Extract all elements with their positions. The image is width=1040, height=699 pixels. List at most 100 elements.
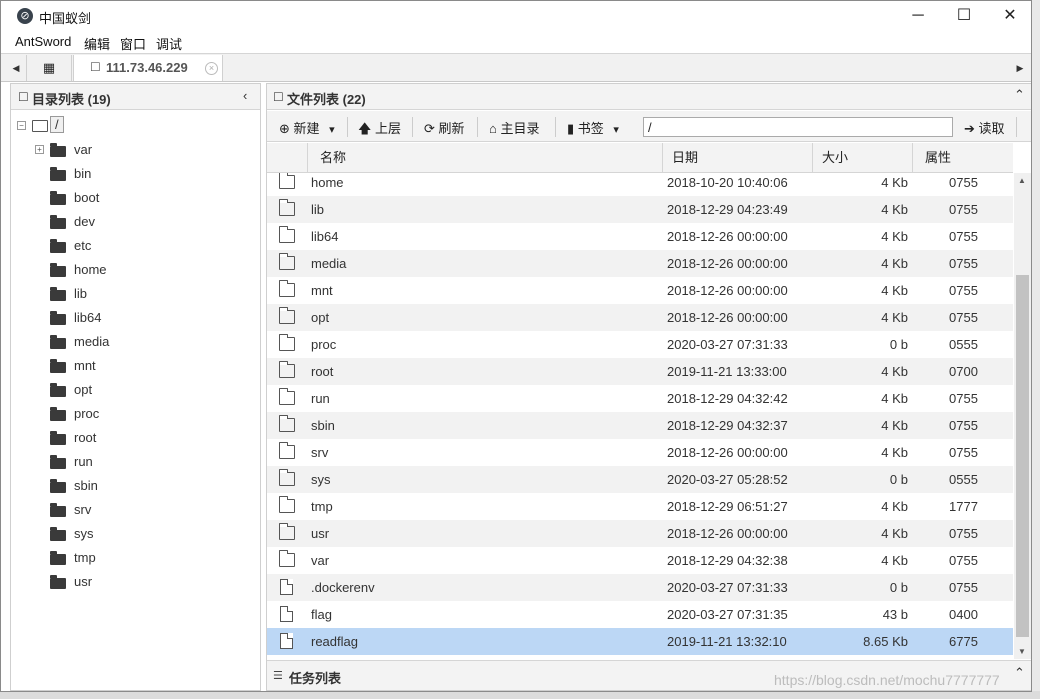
tree-node-sys[interactable]: sys <box>11 523 260 545</box>
folder-icon <box>279 550 295 567</box>
folder-icon <box>50 383 66 397</box>
column-header-size[interactable]: 大小 <box>812 143 912 172</box>
file-attr: 0755 <box>949 580 978 595</box>
scroll-down-icon[interactable]: ▼ <box>1018 647 1026 656</box>
maximize-button[interactable]: ☐ <box>941 1 987 31</box>
file-row-lib[interactable]: lib 2018-12-29 04:23:49 4 Kb 0755 <box>267 196 1013 223</box>
expand-up-icon[interactable]: ⌃ <box>1014 665 1025 681</box>
tree-node-var[interactable]: + var <box>11 139 260 161</box>
folder-icon <box>50 431 66 445</box>
tree-node-etc[interactable]: etc <box>11 235 260 257</box>
file-row-root[interactable]: root 2019-11-21 13:33:00 4 Kb 0700 <box>267 358 1013 385</box>
column-header-date[interactable]: 日期 <box>662 143 812 172</box>
up-button[interactable]: 🡅 上层 <box>358 118 401 142</box>
tree-node-label: usr <box>74 574 93 589</box>
file-date: 2018-12-26 00:00:00 <box>667 256 788 271</box>
file-row-opt[interactable]: opt 2018-12-26 00:00:00 4 Kb 0755 <box>267 304 1013 331</box>
list-icon: ☰ <box>273 670 283 682</box>
folder-open-icon <box>32 120 48 132</box>
tree-node-label: tmp <box>74 550 96 565</box>
file-name: root <box>311 364 334 379</box>
scroll-up-icon[interactable]: ▲ <box>1018 176 1026 185</box>
collapse-up-icon[interactable]: ⌃ <box>1014 87 1025 103</box>
tree-node-srv[interactable]: srv <box>11 499 260 521</box>
file-row-sys[interactable]: sys 2020-03-27 05:28:52 0 b 0555 <box>267 466 1013 493</box>
tab-close-icon[interactable]: × <box>205 62 218 75</box>
refresh-button[interactable]: ⟳ 刷新 <box>424 118 465 137</box>
chevron-down-icon: ▾ <box>329 124 335 136</box>
read-button[interactable]: ➔ 读取 <box>964 118 1005 137</box>
file-row-run[interactable]: run 2018-12-29 04:32:42 4 Kb 0755 <box>267 385 1013 412</box>
menu-bar: AntSword 编辑 窗口 调试 <box>1 31 1031 53</box>
file-row-sbin[interactable]: sbin 2018-12-29 04:32:37 4 Kb 0755 <box>267 412 1013 439</box>
minimize-button[interactable]: ─ <box>895 1 941 31</box>
directory-panel-header: ☐ 目录列表 (19) ‹ <box>11 84 260 110</box>
close-button[interactable]: ✕ <box>987 1 1031 31</box>
tree-node-sbin[interactable]: sbin <box>11 475 260 497</box>
menu-window[interactable]: 窗口 <box>120 34 146 53</box>
file-table-scrollbar[interactable]: ▲ ▼ <box>1014 173 1031 659</box>
refresh-button-label: 刷新 <box>438 121 465 136</box>
tree-node-tmp[interactable]: tmp <box>11 547 260 569</box>
tree-node-media[interactable]: media <box>11 331 260 353</box>
menu-edit[interactable]: 编辑 <box>84 34 110 53</box>
scrollbar-thumb[interactable] <box>1016 275 1029 637</box>
tree-node-dev[interactable]: dev <box>11 211 260 233</box>
file-name: var <box>311 553 330 568</box>
file-row-lib64[interactable]: lib64 2018-12-26 00:00:00 4 Kb 0755 <box>267 223 1013 250</box>
file-date: 2018-12-29 04:32:37 <box>667 418 788 433</box>
tree-node-root[interactable]: − / <box>11 115 260 137</box>
file-row-srv[interactable]: srv 2018-12-26 00:00:00 4 Kb 0755 <box>267 439 1013 466</box>
file-size: 4 Kb <box>881 364 908 379</box>
file-date: 2019-11-21 13:32:10 <box>667 634 787 649</box>
file-row-home[interactable]: home 2018-10-20 10:40:06 4 Kb 0755 <box>267 173 1013 196</box>
file-name: srv <box>311 445 329 460</box>
file-panel: ☐ 文件列表 (22) ⌃ ⊕ 新建 ▾ 🡅 上层 ⟳ 刷新 ⌂ 主目录 ▮ 书… <box>266 83 1031 691</box>
tree-node-lib[interactable]: lib <box>11 283 260 305</box>
file-date: 2018-12-29 04:32:38 <box>667 553 788 568</box>
tree-node-home[interactable]: home <box>11 259 260 281</box>
tree-node-boot[interactable]: boot <box>11 187 260 209</box>
tree-node-root[interactable]: root <box>11 427 260 449</box>
file-attr: 0755 <box>949 283 978 298</box>
file-name: media <box>311 256 347 271</box>
menu-antsword[interactable]: AntSword <box>15 34 71 49</box>
file-row-usr[interactable]: usr 2018-12-26 00:00:00 4 Kb 0755 <box>267 520 1013 547</box>
tab-scroll-left-icon[interactable]: ◀ <box>9 60 23 76</box>
folder-icon <box>50 575 66 589</box>
tree-node-usr[interactable]: usr <box>11 571 260 593</box>
tree-node-bin[interactable]: bin <box>11 163 260 185</box>
tab-host[interactable]: ☐ 111.73.46.229 × <box>73 55 223 81</box>
tree-node-lib64[interactable]: lib64 <box>11 307 260 329</box>
tab-home[interactable]: ▦ <box>26 55 72 81</box>
new-button[interactable]: ⊕ 新建 ▾ <box>279 118 335 137</box>
file-row-mnt[interactable]: mnt 2018-12-26 00:00:00 4 Kb 0755 <box>267 277 1013 304</box>
file-row-tmp[interactable]: tmp 2018-12-29 06:51:27 4 Kb 1777 <box>267 493 1013 520</box>
file-attr: 0755 <box>949 526 978 541</box>
tab-scroll-right-icon[interactable]: ▶ <box>1013 60 1027 76</box>
file-row-media[interactable]: media 2018-12-26 00:00:00 4 Kb 0755 <box>267 250 1013 277</box>
tree-node-proc[interactable]: proc <box>11 403 260 425</box>
file-row-proc[interactable]: proc 2020-03-27 07:31:33 0 b 0555 <box>267 331 1013 358</box>
column-header-attr[interactable]: 属性 <box>912 143 1013 172</box>
bookmark-button[interactable]: ▮ 书签 ▾ <box>567 118 619 137</box>
expand-icon[interactable]: + <box>35 145 44 154</box>
tree-node-run[interactable]: run <box>11 451 260 473</box>
file-row-flag[interactable]: flag 2020-03-27 07:31:35 43 b 0400 <box>267 601 1013 628</box>
column-header-name[interactable]: 名称 <box>307 143 662 172</box>
tab-host-label: 111.73.46.229 <box>106 60 188 75</box>
collapse-left-icon[interactable]: ‹ <box>243 88 247 103</box>
path-input[interactable] <box>643 117 953 137</box>
read-button-label: 读取 <box>978 121 1005 136</box>
collapse-icon[interactable]: − <box>17 121 26 130</box>
file-row-readflag[interactable]: readflag 2019-11-21 13:32:10 8.65 Kb 6775 <box>267 628 1013 655</box>
background-desktop-edge <box>0 691 1040 699</box>
home-dir-button[interactable]: ⌂ 主目录 <box>489 118 540 137</box>
menu-debug[interactable]: 调试 <box>156 34 182 53</box>
tree-node-opt[interactable]: opt <box>11 379 260 401</box>
folder-icon <box>50 503 66 517</box>
file-date: 2018-12-26 00:00:00 <box>667 445 788 460</box>
tree-node-mnt[interactable]: mnt <box>11 355 260 377</box>
file-row-dockerenv[interactable]: .dockerenv 2020-03-27 07:31:33 0 b 0755 <box>267 574 1013 601</box>
file-row-var[interactable]: var 2018-12-29 04:32:38 4 Kb 0755 <box>267 547 1013 574</box>
